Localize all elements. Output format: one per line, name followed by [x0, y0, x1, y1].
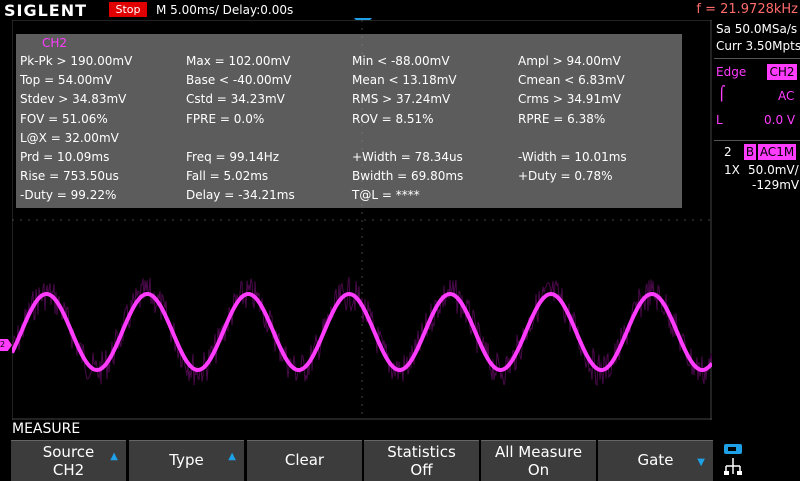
softkey-label: All Measure [494, 443, 583, 461]
measurement-value: -Duty = 99.22% [20, 188, 117, 202]
measurement-value: Fall = 5.02ms [186, 169, 269, 183]
measurement-value: L@X = 32.00mV [20, 131, 119, 145]
softkey-value: CH2 [52, 461, 85, 479]
measurement-value: Top = 54.00mV [20, 73, 113, 87]
softkey-clear[interactable]: Clear [247, 440, 362, 481]
measurement-value: -Width = 10.01ms [518, 150, 627, 164]
arrow-up-icon: ▲ [110, 451, 118, 462]
measurement-value: ROV = 8.51% [352, 112, 434, 126]
measurement-value: Mean < 13.18mV [352, 73, 457, 87]
arrow-up-icon: ▲ [228, 451, 236, 462]
memory-depth: Curr 3.50Mpts [716, 39, 800, 53]
right-info-panel: Sa 50.0MSa/s Curr 3.50Mpts Edge CH2 ⌠ AC… [712, 20, 800, 420]
measurement-value: T@L = **** [352, 188, 420, 202]
measurement-value: Rise = 753.50us [20, 169, 119, 183]
measurement-value: FPRE = 0.0% [186, 112, 265, 126]
divider [714, 140, 800, 141]
measurement-value: Base < -40.00mV [186, 73, 292, 87]
measurement-value: Freq = 99.14Hz [186, 150, 280, 164]
measurement-value: RMS > 37.24mV [352, 92, 451, 106]
measurement-value: Ampl > 94.00mV [518, 54, 621, 68]
trigger-frequency-readout: f = 21.9728kHz [696, 2, 798, 17]
trigger-type[interactable]: Edge [716, 65, 746, 79]
measurement-value: Bwidth = 69.80ms [352, 169, 464, 183]
run-state-badge[interactable]: Stop [109, 2, 147, 17]
sample-rate: Sa 50.0MSa/s [716, 22, 798, 36]
measurement-source: CH2 [42, 36, 68, 50]
measurement-panel: CH2 Pk-Pk > 190.00mV Max = 102.00mV Min < … [16, 34, 682, 208]
softkey-value: Off [410, 461, 433, 479]
usb-status-area [718, 440, 800, 480]
measurement-value: Pk-Pk > 190.00mV [20, 54, 133, 68]
measurement-value: +Duty = 0.78% [518, 169, 613, 183]
measurement-value: Min < -88.00mV [352, 54, 450, 68]
ch2-offset-marker-icon[interactable]: 2 [0, 339, 12, 351]
measurement-value: Max = 102.00mV [186, 54, 291, 68]
measurement-value: Delay = -34.21ms [186, 188, 295, 202]
softkey-label: Clear [284, 451, 325, 469]
measurement-value: RPRE = 6.38% [518, 112, 606, 126]
softkey-label: Gate [637, 451, 674, 469]
vertical-offset: -129mV [752, 178, 800, 192]
trigger-source-badge[interactable]: CH2 [767, 64, 797, 80]
trigger-level: 0.0 V [764, 113, 796, 127]
trigger-level-label: L [716, 113, 723, 127]
softkey-value: On [527, 461, 550, 479]
measurement-value: Stdev > 34.83mV [20, 92, 127, 106]
divider [714, 58, 800, 59]
softkey-label: Source [42, 443, 95, 461]
measurement-value: +Width = 78.34us [352, 150, 463, 164]
softkey-gate[interactable]: Gate ▼ [598, 440, 713, 481]
siglent-logo: SIGLENT [4, 1, 88, 20]
channel-number: 2 [724, 145, 732, 159]
arrow-down-icon: ▼ [697, 457, 705, 468]
bandwidth-limit-badge: B [744, 144, 756, 160]
softkey-label: Type [169, 451, 204, 469]
softkey-label: Statistics [387, 443, 456, 461]
measurement-value: FOV = 51.06% [20, 112, 108, 126]
measurement-value: Cmean < 6.83mV [518, 73, 625, 87]
channel-coupling-badge[interactable]: AC1M [758, 144, 796, 160]
measurement-value: Prd = 10.09ms [20, 150, 110, 164]
measurement-value: Crms > 34.91mV [518, 92, 621, 106]
softkey-source[interactable]: Source CH2 ▲ [11, 440, 126, 481]
softkey-type[interactable]: Type ▲ [129, 440, 244, 481]
usb-icon [724, 444, 742, 475]
menu-title: MEASURE [12, 421, 81, 437]
rising-edge-icon: ⌠ [718, 86, 726, 102]
vertical-scale: 50.0mV/ [748, 163, 799, 177]
softkey-all-measure[interactable]: All Measure On [481, 440, 596, 481]
ch2-marker-label: 2 [0, 340, 6, 349]
top-status-bar: SIGLENT Stop M 5.00ms/ Delay:0.00s f = 2… [0, 0, 800, 20]
probe-attenuation: 1X [724, 163, 740, 177]
trigger-coupling: AC [778, 89, 795, 103]
measurement-value: Cstd = 34.23mV [186, 92, 285, 106]
softkey-statistics[interactable]: Statistics Off [364, 440, 479, 481]
timebase-readout: M 5.00ms/ Delay:0.00s [156, 3, 294, 17]
